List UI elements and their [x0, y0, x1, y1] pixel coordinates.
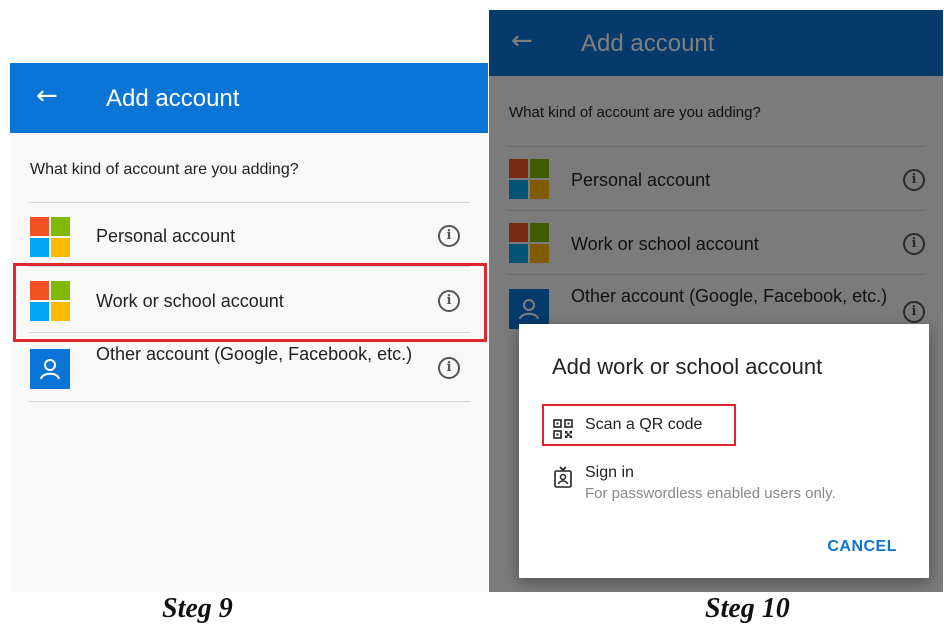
add-work-account-dialog: Add work or school account Scan a QR cod…: [519, 324, 929, 578]
dialog-title: Add work or school account: [552, 354, 823, 379]
highlight-work-school: [13, 263, 487, 342]
caption-step-9: Steg 9: [162, 593, 233, 624]
back-arrow-icon[interactable]: ←: [36, 83, 58, 109]
account-option-personal[interactable]: Personal account i: [28, 202, 470, 266]
microsoft-logo-icon: [30, 217, 70, 257]
app-bar: ← Add account: [10, 63, 488, 133]
account-type-prompt: What kind of account are you adding?: [30, 161, 299, 178]
badge-icon: [554, 466, 572, 488]
sign-in-label: Sign in: [585, 464, 634, 481]
account-option-label: Other account (Google, Facebook, etc.): [96, 344, 413, 364]
highlight-scan-qr: [542, 404, 736, 446]
screen-step-9: ← Add account What kind of account are y…: [10, 63, 488, 592]
sign-in-subtitle: For passwordless enabled users only.: [585, 485, 836, 502]
info-icon[interactable]: i: [438, 225, 460, 247]
account-option-other[interactable]: Other account (Google, Facebook, etc.) i: [28, 332, 470, 402]
sign-in-option[interactable]: Sign in For passwordless enabled users o…: [553, 464, 836, 502]
person-icon: [30, 349, 70, 389]
info-icon[interactable]: i: [438, 357, 460, 379]
account-option-label: Personal account: [96, 226, 236, 246]
caption-step-10: Steg 10: [705, 593, 790, 624]
cancel-button[interactable]: CANCEL: [827, 538, 897, 556]
page-title: Add account: [106, 85, 240, 112]
screen-step-10: ← Add account What kind of account are y…: [489, 10, 943, 592]
